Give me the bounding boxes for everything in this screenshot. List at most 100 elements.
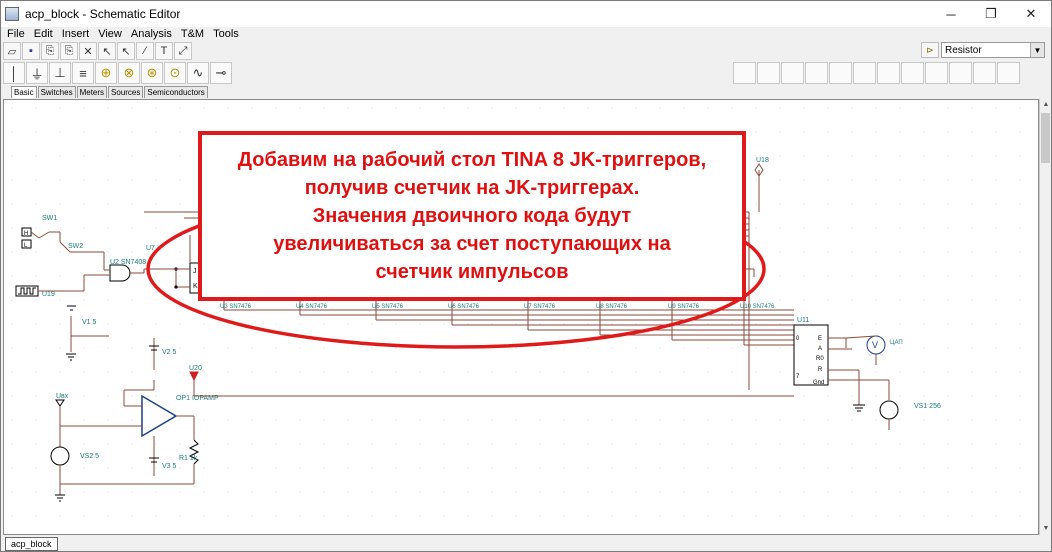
copy-icon[interactable]: ⎘ bbox=[41, 42, 59, 60]
switch-icon[interactable]: ⊸ bbox=[210, 62, 232, 84]
menu-edit[interactable]: Edit bbox=[34, 28, 53, 40]
grid-dot bbox=[995, 203, 997, 205]
text-icon[interactable]: T bbox=[155, 42, 173, 60]
resistor-icon[interactable]: ∿ bbox=[187, 62, 209, 84]
grid-dot bbox=[107, 371, 109, 373]
grid-dot bbox=[11, 275, 13, 277]
component-slot[interactable] bbox=[997, 62, 1020, 84]
schematic-canvas[interactable]: U18JPQKCQU3 SN7476JPQKCQU4 SN7476JPQKCQU… bbox=[3, 99, 1039, 535]
component-slot[interactable] bbox=[829, 62, 852, 84]
component-slot[interactable] bbox=[757, 62, 780, 84]
vertical-scrollbar[interactable]: ▲ ▼ bbox=[1039, 99, 1051, 535]
grid-dot bbox=[779, 251, 781, 253]
uvx-label: Uвх bbox=[56, 393, 69, 400]
scroll-down-icon[interactable]: ▼ bbox=[1040, 523, 1052, 535]
ac-source-icon[interactable]: ⊛ bbox=[141, 62, 163, 84]
grid-dot bbox=[155, 155, 157, 157]
battery-icon[interactable]: ⊥ bbox=[49, 62, 71, 84]
tab-semiconductors[interactable]: Semiconductors bbox=[144, 86, 208, 98]
place-component-icon[interactable]: ⊳ bbox=[921, 42, 939, 58]
grid-dot bbox=[395, 347, 397, 349]
u11-pin: Gnd bbox=[813, 380, 824, 386]
grid-dot bbox=[35, 251, 37, 253]
tab-basic[interactable]: Basic bbox=[11, 86, 37, 98]
grid-dot bbox=[899, 131, 901, 133]
component-slot[interactable] bbox=[949, 62, 972, 84]
scroll-up-icon[interactable]: ▲ bbox=[1040, 99, 1052, 111]
component-slot[interactable] bbox=[901, 62, 924, 84]
grid-dot bbox=[755, 275, 757, 277]
grid-dot bbox=[923, 155, 925, 157]
menu-view[interactable]: View bbox=[98, 28, 122, 40]
grid-dot bbox=[179, 251, 181, 253]
grid-dot bbox=[875, 251, 877, 253]
vertical-bar-icon[interactable]: │ bbox=[3, 62, 25, 84]
sheet-tab[interactable]: acp_block bbox=[5, 537, 58, 551]
grid-dot bbox=[875, 155, 877, 157]
grid-dot bbox=[395, 419, 397, 421]
grid-dot bbox=[1019, 299, 1021, 301]
save-icon[interactable]: ▪ bbox=[22, 42, 40, 60]
scroll-thumb[interactable] bbox=[1041, 113, 1050, 163]
component-slot[interactable] bbox=[733, 62, 756, 84]
grid-dot bbox=[947, 179, 949, 181]
current-source-icon[interactable]: ⊗ bbox=[118, 62, 140, 84]
grid-dot bbox=[995, 227, 997, 229]
grid-dot bbox=[899, 395, 901, 397]
component-slot[interactable] bbox=[805, 62, 828, 84]
paste-icon[interactable]: ⎘ bbox=[60, 42, 78, 60]
grid-dot bbox=[107, 131, 109, 133]
grid-dot bbox=[467, 491, 469, 493]
grid-dot bbox=[491, 419, 493, 421]
grid-dot bbox=[11, 491, 13, 493]
controlled-source-icon[interactable]: ⊙ bbox=[164, 62, 186, 84]
grid-dot bbox=[875, 371, 877, 373]
grid-dot bbox=[899, 371, 901, 373]
tab-meters[interactable]: Meters bbox=[76, 86, 108, 98]
menu-file[interactable]: File bbox=[7, 28, 25, 40]
menu-analysis[interactable]: Analysis bbox=[131, 28, 172, 40]
select-arrow-icon[interactable]: ↖ bbox=[98, 42, 116, 60]
grid-dot bbox=[203, 371, 205, 373]
component-select[interactable]: Resistor ▼ bbox=[941, 42, 1045, 58]
grid-dot bbox=[395, 515, 397, 517]
tab-sources[interactable]: Sources bbox=[108, 86, 144, 98]
menu-tm[interactable]: T&M bbox=[181, 28, 204, 40]
grid-dot bbox=[371, 467, 373, 469]
grid-dot bbox=[635, 467, 637, 469]
open-icon[interactable]: ▱ bbox=[3, 42, 21, 60]
grid-dot bbox=[899, 275, 901, 277]
grid-dot bbox=[323, 491, 325, 493]
component-slot[interactable] bbox=[973, 62, 996, 84]
grid-dot bbox=[707, 419, 709, 421]
minimize-button[interactable]: ─ bbox=[931, 1, 971, 27]
battery-multi-icon[interactable]: ≡ bbox=[72, 62, 94, 84]
voltage-source-icon[interactable]: ⊕ bbox=[95, 62, 117, 84]
component-slot[interactable] bbox=[925, 62, 948, 84]
chevron-down-icon[interactable]: ▼ bbox=[1030, 43, 1044, 57]
callout-line: получив счетчик на JK-триггерах. bbox=[304, 177, 640, 199]
zoom-icon[interactable]: ⤢ bbox=[174, 42, 192, 60]
callout-line: Значения двоичного кода будут bbox=[312, 205, 632, 227]
component-slot[interactable] bbox=[781, 62, 804, 84]
grid-dot bbox=[107, 227, 109, 229]
maximize-button[interactable]: ❐ bbox=[971, 1, 1011, 27]
select-arrow-alt-icon[interactable]: ↖ bbox=[117, 42, 135, 60]
grid-dot bbox=[611, 347, 613, 349]
grid-dot bbox=[803, 491, 805, 493]
component-slot[interactable] bbox=[877, 62, 900, 84]
ground-icon[interactable]: ⏚ bbox=[26, 62, 48, 84]
menu-insert[interactable]: Insert bbox=[62, 28, 90, 40]
menu-tools[interactable]: Tools bbox=[213, 28, 239, 40]
component-slot[interactable] bbox=[853, 62, 876, 84]
grid-dot bbox=[731, 347, 733, 349]
wire-icon[interactable]: ∕ bbox=[136, 42, 154, 60]
tab-switches[interactable]: Switches bbox=[37, 86, 76, 98]
grid-dot bbox=[131, 491, 133, 493]
grid-dot bbox=[563, 419, 565, 421]
grid-dot bbox=[899, 203, 901, 205]
close-button[interactable]: ✕ bbox=[1011, 1, 1051, 27]
grid-dot bbox=[947, 299, 949, 301]
delete-icon[interactable]: ✕ bbox=[79, 42, 97, 60]
grid-dot bbox=[11, 467, 13, 469]
